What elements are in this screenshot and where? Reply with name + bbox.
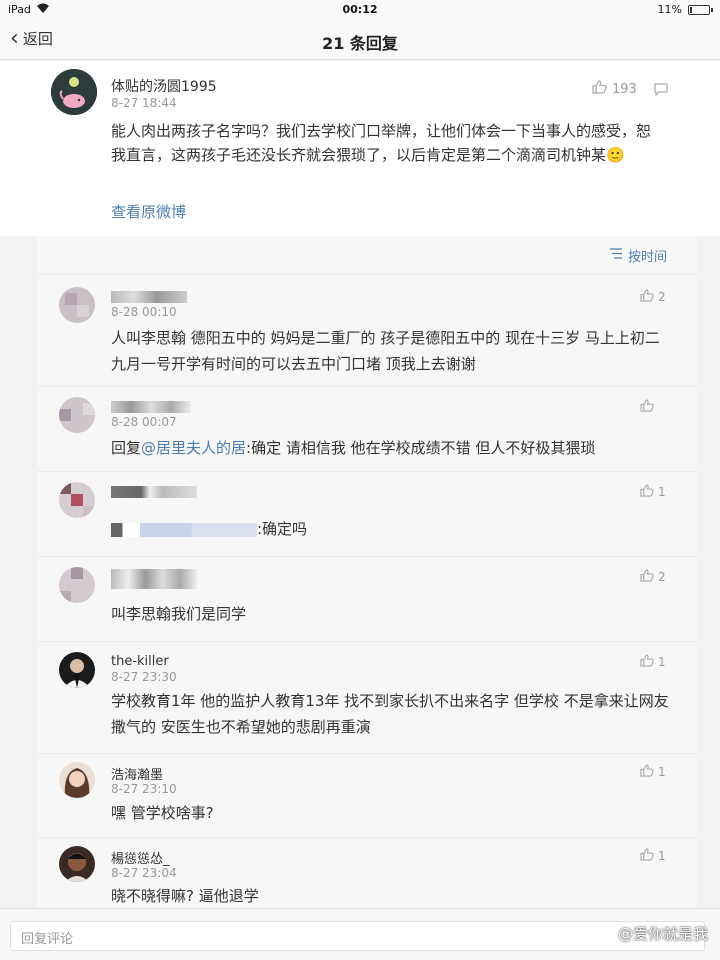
reply-text: :确定吗 bbox=[111, 516, 671, 542]
status-bar: iPad 00:12 11% bbox=[0, 0, 720, 20]
list-item: the-killer 8-27 23:30 1 学校教育1年 他的监护人教育13… bbox=[37, 641, 697, 753]
sort-icon bbox=[609, 248, 623, 263]
reply-username[interactable]: the-killer bbox=[111, 654, 169, 669]
thumbs-up-icon bbox=[592, 80, 607, 98]
page-title: 21 条回复 bbox=[322, 34, 398, 53]
watermark-text: @爱你就是我 bbox=[617, 924, 708, 943]
thumbs-up-icon bbox=[640, 764, 654, 780]
reply-like-count: 2 bbox=[658, 290, 666, 304]
avatar[interactable] bbox=[59, 846, 95, 882]
reply-like-button[interactable]: 2 bbox=[640, 569, 666, 585]
reply-like-button[interactable]: 1 bbox=[640, 484, 666, 500]
reply-like-count: 1 bbox=[658, 655, 666, 669]
reply-username[interactable] bbox=[111, 484, 197, 499]
reply-body: :确定吗 bbox=[257, 520, 308, 538]
avatar[interactable] bbox=[59, 567, 95, 603]
clock: 00:12 bbox=[342, 3, 378, 16]
sort-label: 按时间 bbox=[627, 250, 667, 265]
list-item: 8-28 00:07 回复@居里夫人的居:确定 请相信我 他在学校成绩不错 但人… bbox=[37, 386, 697, 471]
reply-like-button[interactable]: 1 bbox=[640, 848, 666, 864]
list-item: 1 :确定吗 bbox=[37, 471, 697, 556]
list-item: 楊慫慫怂_ 8-27 23:04 1 晓不晓得嘛? 逼他退学 bbox=[37, 837, 697, 908]
reply-text: 人叫李思翰 德阳五中的 妈妈是二重厂的 孩子是德阳五中的 现在十三岁 马上上初二… bbox=[111, 329, 660, 373]
blurred-username bbox=[111, 290, 187, 303]
reply-username[interactable] bbox=[111, 569, 197, 589]
reply-text: 嘿 管学校啥事? bbox=[111, 804, 214, 822]
reply-body: :确定 请相信我 他在学校成绩不错 但人不好极其猥琐 bbox=[246, 439, 596, 457]
comment-icon[interactable] bbox=[654, 81, 668, 100]
avatar[interactable] bbox=[59, 482, 95, 518]
post-username[interactable]: 体贴的汤圆1995 bbox=[111, 76, 217, 96]
reply-username[interactable]: 楊慫慫怂_ bbox=[111, 848, 170, 867]
thumbs-up-icon bbox=[640, 399, 654, 415]
reply-text: 学校教育1年 他的监护人教育13年 找不到家长扒不出来名字 但学校 不是拿来让网… bbox=[111, 692, 669, 736]
reply-timestamp: 8-27 23:04 bbox=[111, 866, 177, 880]
avatar[interactable] bbox=[51, 69, 97, 115]
blurred-mention bbox=[111, 522, 257, 537]
battery-icon bbox=[688, 5, 713, 15]
sort-by-time-button[interactable]: 按时间 bbox=[609, 246, 667, 265]
reply-like-button[interactable] bbox=[640, 399, 654, 415]
reply-like-button[interactable]: 1 bbox=[640, 764, 666, 780]
reply-username[interactable] bbox=[111, 289, 187, 304]
reply-username[interactable]: 浩海瀚墨 bbox=[111, 764, 163, 783]
reply-text: 回复@居里夫人的居:确定 请相信我 他在学校成绩不错 但人不好极其猥琐 bbox=[111, 435, 671, 461]
avatar[interactable] bbox=[59, 287, 95, 323]
reply-like-button[interactable]: 1 bbox=[640, 654, 666, 670]
post-like-button[interactable]: 193 bbox=[592, 80, 637, 98]
avatar[interactable] bbox=[59, 652, 95, 688]
sort-bar: 按时间 bbox=[37, 236, 697, 274]
thumbs-up-icon bbox=[640, 484, 654, 500]
reply-like-count: 1 bbox=[658, 849, 666, 863]
mention-link[interactable]: @居里夫人的居 bbox=[141, 439, 246, 457]
reply-username[interactable] bbox=[111, 399, 191, 414]
thumbs-up-icon bbox=[640, 289, 654, 305]
weibo-logo-icon bbox=[592, 922, 614, 944]
view-original-link[interactable]: 查看原微博 bbox=[111, 201, 186, 222]
reply-prefix: 回复 bbox=[111, 439, 142, 457]
reply-like-button[interactable]: 2 bbox=[640, 289, 666, 305]
original-comment: 体贴的汤圆1995 8-27 18:44 193 能人肉出两孩子名字吗？我们去学… bbox=[0, 61, 720, 236]
list-item: 8-28 00:10 2 人叫李思翰 德阳五中的 妈妈是二重厂的 孩子是德阳五中… bbox=[37, 274, 697, 386]
reply-timestamp: 8-28 00:07 bbox=[111, 415, 177, 429]
thumbs-up-icon bbox=[640, 654, 654, 670]
reply-timestamp: 8-27 23:30 bbox=[111, 670, 177, 684]
thumbs-up-icon bbox=[640, 848, 654, 864]
reply-like-count: 1 bbox=[658, 765, 666, 779]
post-like-count: 193 bbox=[612, 81, 637, 97]
reply-timestamp: 8-28 00:10 bbox=[111, 305, 177, 319]
post-timestamp: 8-27 18:44 bbox=[111, 96, 177, 110]
blurred-username bbox=[111, 569, 197, 589]
reply-like-count: 2 bbox=[658, 570, 666, 584]
list-item: 浩海瀚墨 8-27 23:10 1 嘿 管学校啥事? bbox=[37, 753, 697, 837]
reply-like-count: 1 bbox=[658, 485, 666, 499]
reply-text: 晓不晓得嘛? 逼他退学 bbox=[111, 887, 259, 905]
post-text: 能人肉出两孩子名字吗？我们去学校门口举牌，让他们体会一下当事人的感受，恕我直言，… bbox=[111, 122, 652, 164]
avatar[interactable] bbox=[59, 397, 95, 433]
reply-list: 按时间 8-28 00:10 2 人叫李思翰 德阳五中的 妈妈是二重厂的 孩子是… bbox=[37, 236, 697, 908]
battery-percentage: 11% bbox=[657, 3, 682, 16]
thumbs-up-icon bbox=[640, 569, 654, 585]
list-item: 2 叫李思翰我们是同学 bbox=[37, 556, 697, 641]
watermark: @爱你就是我 bbox=[592, 922, 708, 944]
blurred-username bbox=[111, 485, 197, 498]
nav-bar: ‹ 返回 21 条回复 bbox=[0, 20, 720, 60]
avatar[interactable] bbox=[59, 762, 95, 798]
reply-timestamp: 8-27 23:10 bbox=[111, 782, 177, 796]
battery-level-fill bbox=[690, 7, 692, 13]
blurred-username bbox=[111, 400, 191, 413]
reply-text: 叫李思翰我们是同学 bbox=[111, 605, 247, 623]
